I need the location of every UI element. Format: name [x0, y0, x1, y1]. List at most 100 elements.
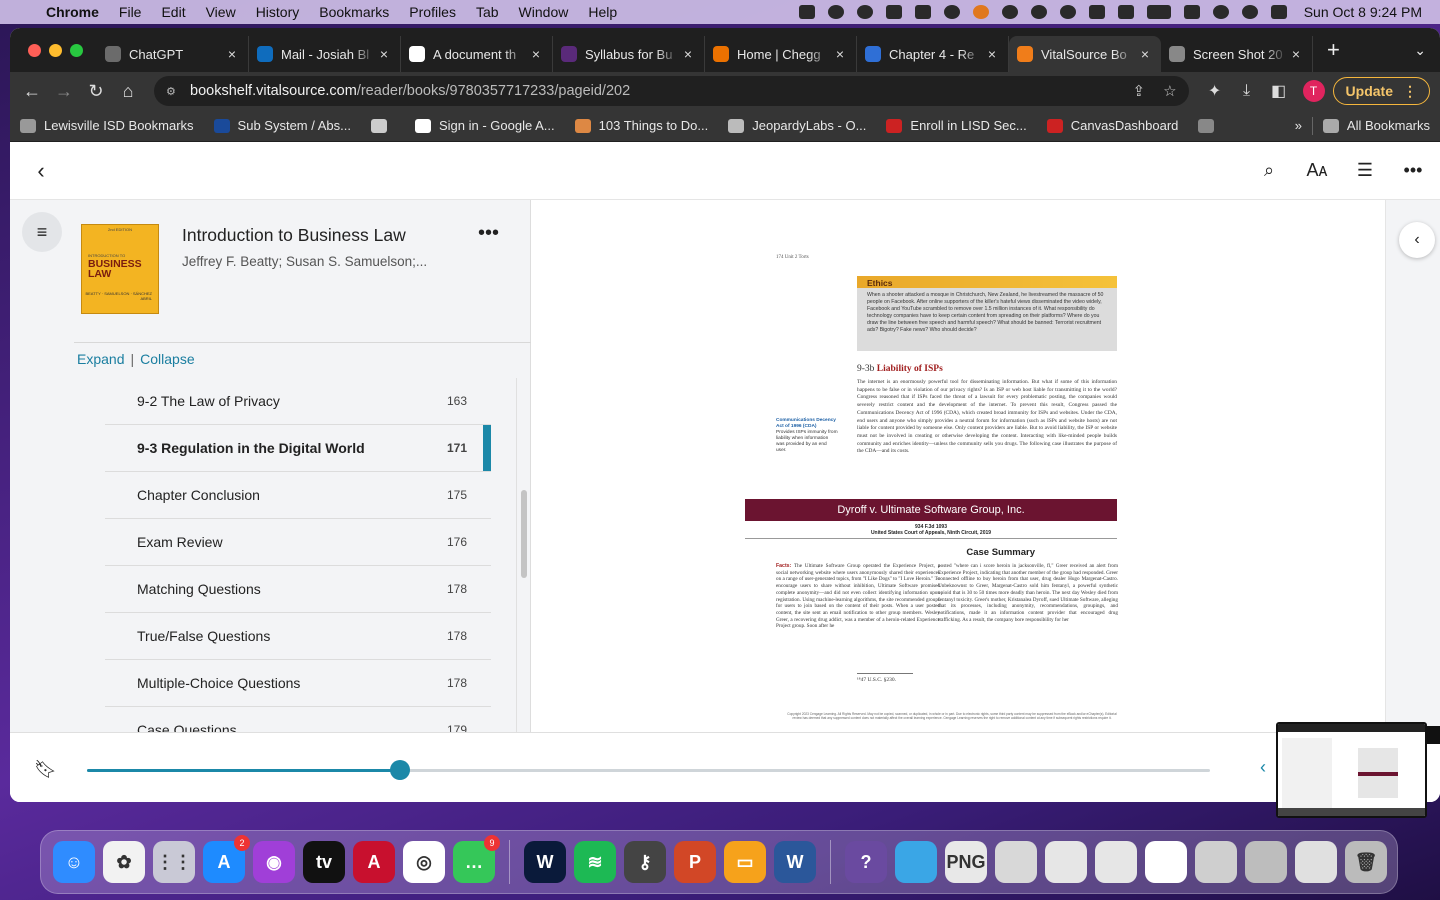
extensions-puzzle-icon[interactable]: ✦ [1199, 81, 1231, 101]
close-tab-icon[interactable]: × [224, 46, 240, 62]
bookmark-item[interactable] [361, 118, 405, 133]
close-tab-icon[interactable]: × [1288, 46, 1304, 62]
creative-cloud-icon[interactable] [827, 5, 844, 19]
acrobat-icon[interactable]: A [353, 841, 395, 883]
toc-item[interactable]: Exam Review 176 [105, 519, 491, 566]
search-icon[interactable]: ⌕ [1258, 160, 1280, 182]
menu-bookmarks[interactable]: Bookmarks [309, 4, 399, 20]
expand-link[interactable]: Expand [77, 351, 124, 367]
battery-icon[interactable] [1146, 5, 1171, 19]
tab-search-chevron-icon[interactable]: ⌄ [1414, 42, 1440, 59]
browser-tab[interactable]: Mail - Josiah Bl × [249, 36, 401, 72]
recent-4-icon[interactable] [1145, 841, 1187, 883]
bookmark-item[interactable]: 103 Things to Do... [565, 118, 719, 133]
screenshot-thumbnail[interactable] [1276, 722, 1427, 818]
volume-icon[interactable] [1088, 5, 1105, 19]
bookmark-item[interactable] [1188, 118, 1232, 133]
recent-3-icon[interactable] [1095, 841, 1137, 883]
bookmark-item[interactable]: Enroll in LISD Sec... [876, 118, 1036, 133]
lifebuoy-icon[interactable] [1030, 5, 1047, 19]
apple-tv-icon[interactable]: tv [303, 841, 345, 883]
bookmark-item[interactable]: Sub System / Abs... [204, 118, 361, 133]
recent-5-icon[interactable] [1195, 841, 1237, 883]
toc-item[interactable]: 9-2 The Law of Privacy 163 [105, 378, 491, 425]
collapse-panel-chevron-icon[interactable]: ‹ [1399, 222, 1435, 258]
collapse-link[interactable]: Collapse [140, 351, 194, 367]
keynote-icon[interactable]: ▭ [724, 841, 766, 883]
launchpad-icon[interactable]: ⋮⋮ [153, 841, 195, 883]
folder-icon[interactable] [895, 841, 937, 883]
word-icon[interactable]: W [774, 841, 816, 883]
recent-2-icon[interactable] [1045, 841, 1087, 883]
new-tab-button[interactable]: + [1313, 37, 1354, 63]
all-bookmarks-button[interactable]: All Bookmarks [1313, 118, 1440, 133]
toc-item[interactable]: Case Questions 179 [105, 707, 491, 732]
spotlight-search-icon[interactable] [1212, 5, 1229, 19]
recent-6-icon[interactable] [1245, 841, 1287, 883]
browser-tab[interactable]: Screen Shot 20 × [1161, 36, 1313, 72]
menu-help[interactable]: Help [578, 4, 627, 20]
minimize-window-button[interactable] [49, 43, 62, 57]
browser-tab[interactable]: A document th × [401, 36, 553, 72]
browser-tab[interactable]: VitalSource Bo × [1009, 36, 1161, 72]
share-icon[interactable]: ⇪ [1133, 82, 1146, 100]
user-switch-icon[interactable] [1241, 5, 1258, 19]
help-icon[interactable]: ? [845, 841, 887, 883]
control-center-icon[interactable] [1270, 5, 1287, 19]
chrome-icon[interactable]: ◎ [403, 841, 445, 883]
png-file-icon[interactable]: PNG [945, 841, 987, 883]
toc-item[interactable]: Multiple-Choice Questions 178 [105, 660, 491, 707]
progress-handle[interactable] [390, 760, 411, 780]
photos-app-icon[interactable]: ✿ [103, 841, 145, 883]
browser-tab[interactable]: Home | Chegg × [705, 36, 857, 72]
close-tab-icon[interactable]: × [832, 46, 848, 62]
bookmark-item[interactable]: Lewisville ISD Bookmarks [10, 118, 204, 133]
status-app-icon[interactable] [798, 5, 815, 19]
close-tab-icon[interactable]: × [528, 46, 544, 62]
menubar-clock[interactable]: Sun Oct 8 9:24 PM [1304, 4, 1422, 20]
browser-tab[interactable]: Syllabus for Bu × [553, 36, 705, 72]
magnifier-status-icon[interactable] [943, 5, 960, 19]
previous-page-chevron-icon[interactable]: ‹ [1260, 757, 1266, 778]
bookmark-item[interactable]: CanvasDashboard [1037, 118, 1189, 133]
book-more-icon[interactable]: ••• [478, 222, 499, 245]
bookmarks-overflow-button[interactable]: » [1285, 118, 1312, 133]
bookmark-icon[interactable]: 🔖︎ [34, 759, 57, 780]
book-cover[interactable]: 2nd EDITION INTRODUCTION TO BUSINESS LAW B… [81, 224, 159, 314]
menu-app-name[interactable]: Chrome [36, 4, 109, 20]
finder-icon[interactable]: ☺ [53, 841, 95, 883]
forward-arrow-icon[interactable]: → [48, 81, 80, 102]
recent-1-icon[interactable] [995, 841, 1037, 883]
webex-icon[interactable]: W [524, 841, 566, 883]
bookmark-item[interactable]: Sign in - Google A... [405, 118, 565, 133]
wifi-icon[interactable] [1183, 5, 1200, 19]
close-tab-icon[interactable]: × [376, 46, 392, 62]
spotify-icon[interactable]: ≋ [574, 841, 616, 883]
recent-7-icon[interactable] [1295, 841, 1337, 883]
zoom-window-button[interactable] [70, 43, 83, 57]
browser-tab[interactable]: Chapter 4 - Re × [857, 36, 1009, 72]
menu-history[interactable]: History [246, 4, 310, 20]
gear-status-icon[interactable] [856, 5, 873, 19]
script-status-icon[interactable] [885, 5, 902, 19]
toc-menu-icon[interactable]: ≡ [22, 212, 62, 252]
toc-scrollbar[interactable] [521, 490, 527, 578]
downloads-icon[interactable]: ⤓ [1231, 82, 1263, 100]
airdrop-icon[interactable] [1059, 5, 1076, 19]
bookmark-item[interactable]: JeopardyLabs - O... [718, 118, 876, 133]
bluetooth-icon[interactable] [1117, 5, 1134, 19]
powerpoint-icon[interactable]: P [674, 841, 716, 883]
orange-status-icon[interactable] [972, 5, 989, 19]
menu-view[interactable]: View [196, 4, 246, 20]
page-progress-slider[interactable] [87, 760, 1210, 780]
menu-file[interactable]: File [109, 4, 152, 20]
close-tab-icon[interactable]: × [984, 46, 1000, 62]
reader-back-chevron-icon[interactable]: ‹ [10, 158, 72, 184]
menu-tab[interactable]: Tab [466, 4, 509, 20]
more-options-icon[interactable]: ••• [1402, 160, 1424, 182]
close-tab-icon[interactable]: × [680, 46, 696, 62]
profile-avatar[interactable]: T [1302, 80, 1325, 102]
back-arrow-icon[interactable]: ← [16, 81, 48, 102]
menu-edit[interactable]: Edit [151, 4, 195, 20]
browser-tab[interactable]: ChatGPT × [97, 36, 249, 72]
